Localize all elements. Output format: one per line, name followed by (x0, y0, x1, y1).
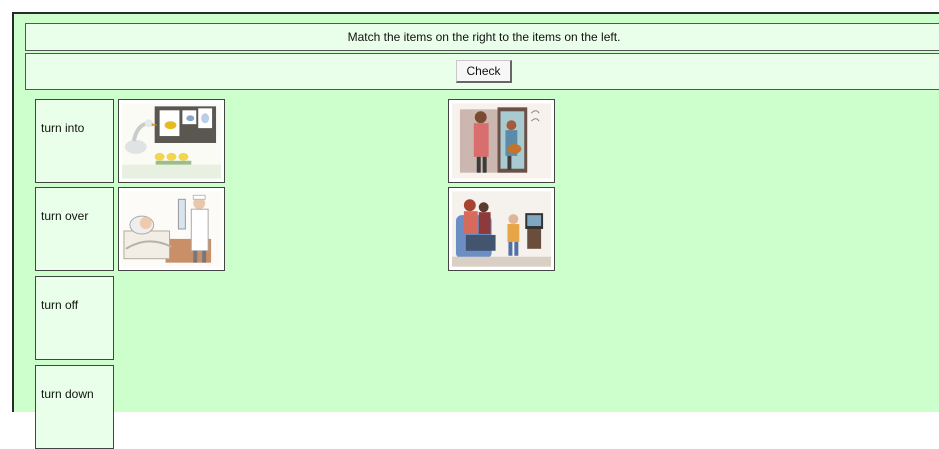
term-label: turn over (41, 209, 89, 223)
term-turn-down[interactable]: turn down (35, 365, 114, 449)
picture-card-goose-lesson[interactable] (118, 99, 225, 183)
term-label: turn down (41, 387, 94, 401)
exercise-panel: Match the items on the right to the item… (12, 12, 939, 449)
picture-card-family-doorway[interactable] (448, 99, 555, 183)
check-button[interactable]: Check (456, 60, 512, 83)
family-doorway-picture (452, 103, 551, 179)
term-turn-into[interactable]: turn into (35, 99, 114, 183)
term-turn-over[interactable]: turn over (35, 187, 114, 271)
term-label: turn off (41, 298, 79, 312)
term-label: turn into (41, 121, 85, 135)
instruction-bar: Match the items on the right to the item… (25, 23, 939, 51)
picture-card-family-television[interactable] (448, 187, 555, 271)
goose-lesson-picture (122, 103, 221, 179)
check-bar: Check (25, 53, 939, 90)
picture-card-nurse-patient[interactable] (118, 187, 225, 271)
instruction-text: Match the items on the right to the item… (347, 30, 621, 44)
nurse-patient-picture (122, 191, 221, 267)
family-television-picture (452, 191, 551, 267)
term-turn-off[interactable]: turn off (35, 276, 114, 360)
